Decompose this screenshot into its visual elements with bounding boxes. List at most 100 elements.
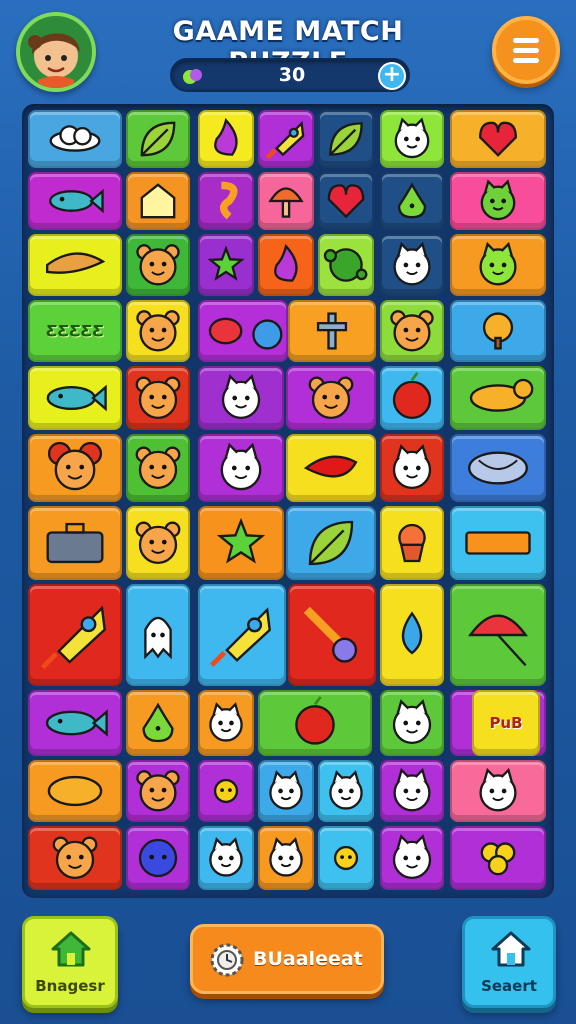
board-tile[interactable]: [198, 506, 284, 580]
board-tile[interactable]: [450, 506, 546, 580]
board-tile[interactable]: [126, 826, 190, 890]
board-tile[interactable]: [198, 300, 288, 362]
board-tile[interactable]: [198, 234, 254, 296]
board-tile[interactable]: [258, 172, 314, 230]
fish-icon: [49, 188, 104, 214]
board-tile[interactable]: [258, 760, 314, 822]
board-tile[interactable]: [28, 234, 122, 296]
flame-icon: [214, 117, 238, 156]
leaf-icon: [329, 122, 363, 156]
gear-clock-icon: [210, 943, 244, 977]
board-tile[interactable]: [450, 366, 546, 430]
board-tile[interactable]: [380, 434, 444, 502]
board-tile[interactable]: [126, 172, 190, 230]
sign-icon: [465, 531, 531, 555]
board-tile[interactable]: [126, 506, 190, 580]
plus-icon[interactable]: +: [378, 62, 406, 90]
board-tile[interactable]: [380, 826, 444, 890]
menu-button[interactable]: [492, 16, 560, 84]
ghost-face-icon: [393, 241, 431, 286]
board-tile[interactable]: [288, 300, 376, 362]
board-tile[interactable]: [450, 434, 546, 502]
center-action-button[interactable]: BUaaleeat: [190, 924, 384, 994]
heart-icon: [479, 121, 517, 157]
board-tile[interactable]: [450, 584, 546, 686]
board-tile[interactable]: [28, 690, 122, 756]
board-tile[interactable]: [126, 434, 190, 502]
board-tile[interactable]: [28, 584, 122, 686]
board-tile[interactable]: [258, 826, 314, 890]
board-tile[interactable]: [126, 584, 190, 686]
board-tile[interactable]: PuB: [472, 690, 540, 756]
board-tile[interactable]: [198, 366, 284, 430]
board-tile[interactable]: [198, 690, 254, 756]
house-icon: [140, 183, 176, 219]
board-tile[interactable]: [28, 172, 122, 230]
board-tile[interactable]: [198, 434, 284, 502]
board-tile[interactable]: [318, 110, 374, 168]
board-tile[interactable]: [318, 172, 374, 230]
board-tile[interactable]: [380, 110, 444, 168]
board-tile[interactable]: [450, 300, 546, 362]
flame-icon: [274, 243, 298, 282]
board-tile[interactable]: [380, 172, 444, 230]
board-tile[interactable]: [28, 366, 122, 430]
board-tile[interactable]: [286, 506, 376, 580]
board-tile[interactable]: [126, 110, 190, 168]
board-tile[interactable]: [28, 826, 122, 890]
board-tile[interactable]: [318, 760, 374, 822]
right-home-button[interactable]: Seaert: [462, 916, 556, 1008]
board-tile[interactable]: [28, 434, 122, 502]
board-tile[interactable]: [450, 826, 546, 890]
bear-face-icon: [136, 310, 180, 352]
chili-icon: [303, 455, 358, 478]
fish-icon: [45, 709, 108, 737]
gem-icon: [183, 69, 202, 84]
board-tile[interactable]: [198, 110, 254, 168]
board-tile[interactable]: [258, 234, 314, 296]
board-tile[interactable]: [318, 826, 374, 890]
board-tile[interactable]: [198, 172, 254, 230]
player-avatar[interactable]: [16, 12, 96, 92]
board-tile[interactable]: [126, 366, 190, 430]
board-tile[interactable]: [450, 234, 546, 296]
tile-text: PuB: [489, 714, 523, 732]
board-tile[interactable]: [380, 234, 444, 296]
bear-face-icon: [135, 446, 181, 490]
board-tile[interactable]: [380, 366, 444, 430]
board-tile[interactable]: [198, 826, 254, 890]
left-home-button[interactable]: Bnagesr: [22, 916, 118, 1008]
board-tile[interactable]: [126, 300, 190, 362]
board-tile[interactable]: [450, 110, 546, 168]
board-tile[interactable]: [286, 434, 376, 502]
right-button-label: Seaert: [481, 977, 537, 995]
board-tile[interactable]: [198, 584, 286, 686]
cupcake-icon: [398, 523, 426, 563]
board-tile[interactable]: [286, 366, 376, 430]
board-tile[interactable]: [258, 690, 372, 756]
ghost-face-icon: [392, 834, 432, 880]
board-tile[interactable]: [28, 506, 122, 580]
board-tile[interactable]: [126, 234, 190, 296]
board-tile[interactable]: [258, 110, 314, 168]
board-tile[interactable]: [126, 690, 190, 756]
board-tile[interactable]: [380, 760, 444, 822]
board-tile[interactable]: [380, 506, 444, 580]
leaf-icon: [140, 121, 176, 157]
board-tile[interactable]: [198, 760, 254, 822]
board-tile[interactable]: [380, 300, 444, 362]
board-tile[interactable]: [126, 760, 190, 822]
board-tile[interactable]: [450, 760, 546, 822]
board-tile[interactable]: [380, 584, 444, 686]
home-icon: [51, 931, 91, 967]
board-tile[interactable]: [450, 172, 546, 230]
board-tile[interactable]: [380, 690, 444, 756]
board-tile[interactable]: [288, 584, 376, 686]
bear-face-icon: [52, 836, 98, 880]
bear-face-icon: [308, 376, 354, 420]
bear-face-icon: [390, 310, 434, 352]
board-tile[interactable]: [28, 760, 122, 822]
board-tile[interactable]: [318, 234, 374, 296]
board-tile[interactable]: ƸƸƸƸƸ: [28, 300, 122, 362]
board-tile[interactable]: [28, 110, 122, 168]
